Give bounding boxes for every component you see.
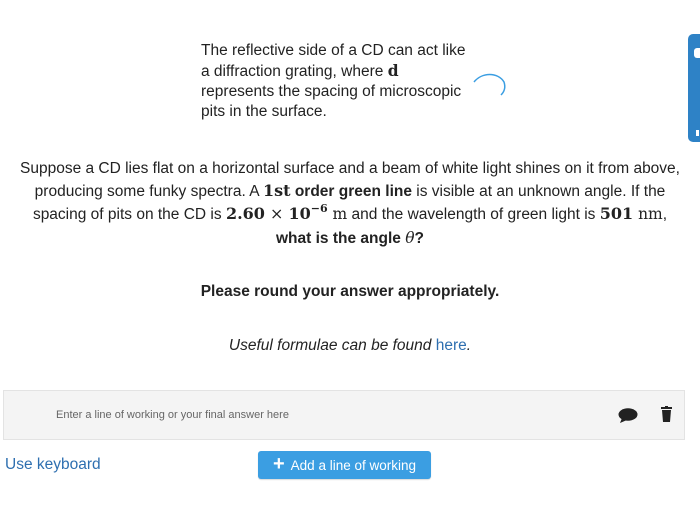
variable-d: d: [387, 61, 399, 80]
add-line-button[interactable]: + Add a line of working: [258, 451, 431, 479]
answer-placeholder: Enter a line of working or your final an…: [56, 409, 289, 421]
plus-icon: +: [272, 453, 285, 475]
intro-line-2: a diffraction grating, where d: [201, 61, 399, 80]
intro-line-1: The reflective side of a CD can act like: [201, 42, 466, 59]
spacing-value: 2.60 × 10−6: [225, 202, 328, 223]
formulae-link[interactable]: here: [436, 337, 467, 354]
intro-text: The reflective side of a CD can act like…: [201, 41, 491, 122]
use-keyboard-link[interactable]: Use keyboard: [5, 456, 101, 474]
intro-line-4: pits in the surface.: [201, 103, 327, 120]
loading-arc-icon: [473, 73, 506, 96]
answer-input[interactable]: Enter a line of working or your final an…: [3, 390, 685, 440]
rounding-instruction: Please round your answer appropriately.: [200, 283, 500, 300]
question-ask: what is the angle θ?: [275, 229, 424, 247]
formulae-hint: Useful formulae can be found here.: [228, 337, 472, 354]
side-panel-tab[interactable]: [688, 34, 700, 142]
intro-line-3: represents the spacing of microscopic: [201, 83, 462, 100]
question-text: Suppose a CD lies flat on a horizontal s…: [20, 160, 680, 247]
comment-icon[interactable]: [618, 408, 638, 423]
trash-icon[interactable]: [661, 406, 672, 422]
wavelength-value: 501: [599, 204, 634, 223]
add-line-label: Add a line of working: [290, 457, 416, 473]
